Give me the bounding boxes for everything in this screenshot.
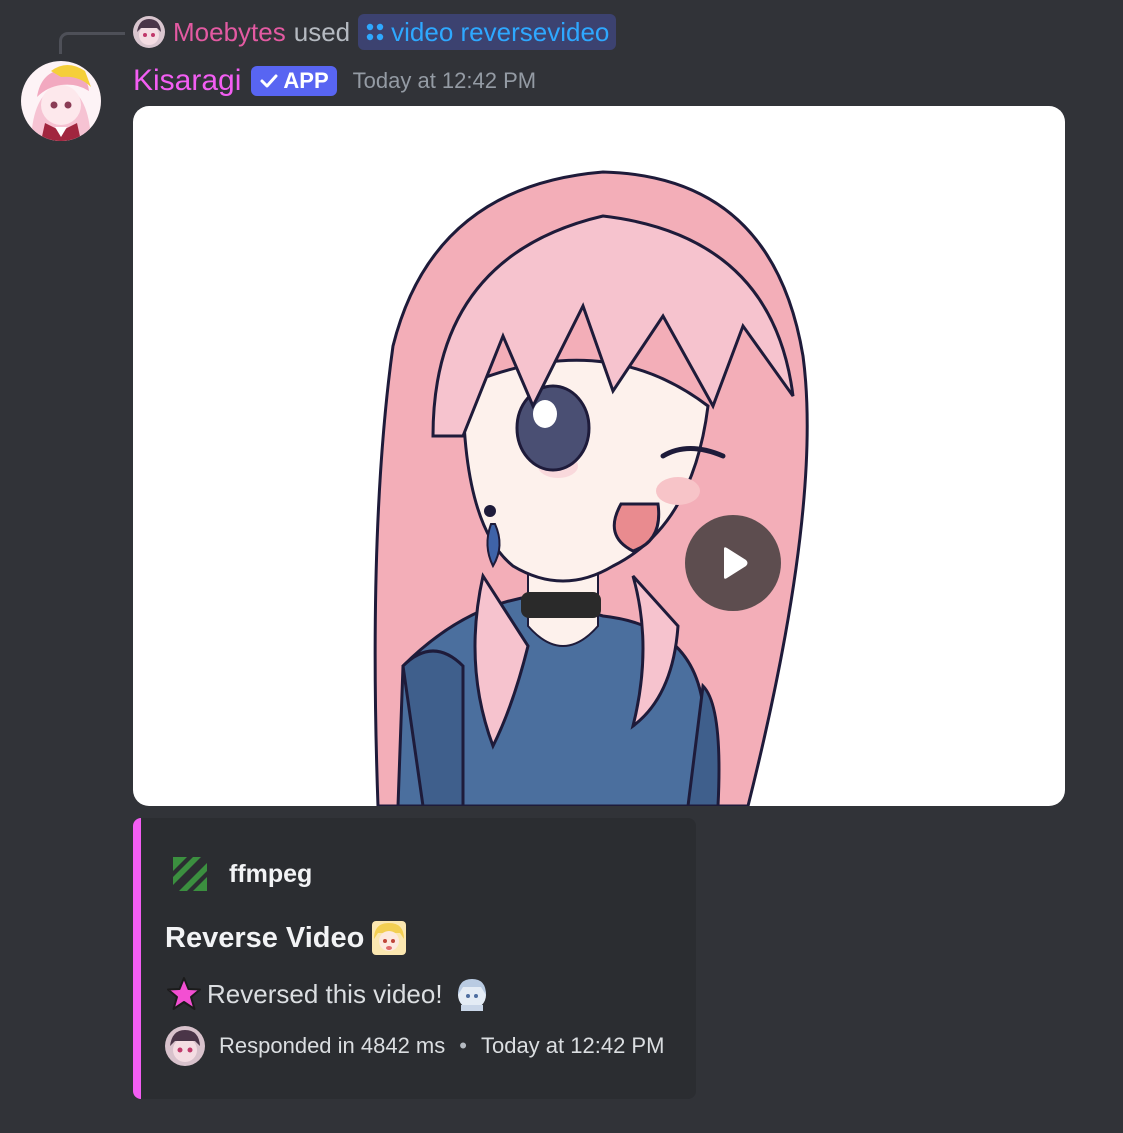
reply-used-text: used bbox=[293, 16, 351, 47]
author-avatar[interactable] bbox=[21, 61, 101, 141]
message-timestamp: Today at 12:42 PM bbox=[352, 68, 537, 93]
app-badge: APP bbox=[251, 66, 337, 96]
discord-message-view: Moebytes used video reversevideo Kisarag… bbox=[0, 0, 1123, 1133]
star-emoji bbox=[167, 977, 201, 1010]
video-thumbnail bbox=[373, 170, 809, 806]
message-header: Kisaragi APP Today at 12:42 PM bbox=[133, 62, 536, 100]
embed-author: ffmpeg bbox=[171, 854, 312, 894]
reply-user-avatar[interactable] bbox=[133, 16, 165, 48]
embed-title-text: Reverse Video bbox=[165, 921, 365, 954]
embed-footer: Responded in 4842 ms • Today at 12:42 PM bbox=[165, 1026, 664, 1066]
embed-description: Reversed this video! bbox=[165, 974, 491, 1014]
footer-response-time: Responded in 4842 ms bbox=[219, 1033, 446, 1058]
play-button[interactable] bbox=[685, 515, 781, 611]
anime-girl-emoji bbox=[372, 921, 407, 955]
app-command-icon bbox=[366, 23, 384, 41]
reply-username[interactable]: Moebytes bbox=[173, 17, 286, 48]
footer-timestamp: Today at 12:42 PM bbox=[480, 1033, 665, 1058]
footer-separator: • bbox=[459, 1033, 467, 1058]
embed-author-name[interactable]: ffmpeg bbox=[229, 860, 312, 889]
video-attachment[interactable] bbox=[133, 106, 1065, 806]
command-name: video reversevideo bbox=[391, 16, 610, 47]
footer-avatar bbox=[165, 1026, 205, 1066]
reply-connector bbox=[59, 32, 125, 54]
author-name[interactable]: Kisaragi bbox=[133, 64, 241, 98]
slash-command-chip[interactable]: video reversevideo bbox=[358, 14, 617, 50]
embed-description-text: Reversed this video! bbox=[207, 978, 443, 1009]
ffmpeg-logo-icon bbox=[173, 857, 207, 891]
badge-label: APP bbox=[283, 68, 329, 93]
embed-title: Reverse Video bbox=[165, 918, 408, 958]
chibi-emoji bbox=[457, 979, 486, 1011]
checkmark-icon bbox=[260, 74, 278, 88]
rich-embed: ffmpeg Reverse Video Reversed this video… bbox=[133, 818, 696, 1099]
play-icon bbox=[724, 547, 748, 579]
command-reply-line: Moebytes used video reversevideo bbox=[133, 14, 617, 50]
